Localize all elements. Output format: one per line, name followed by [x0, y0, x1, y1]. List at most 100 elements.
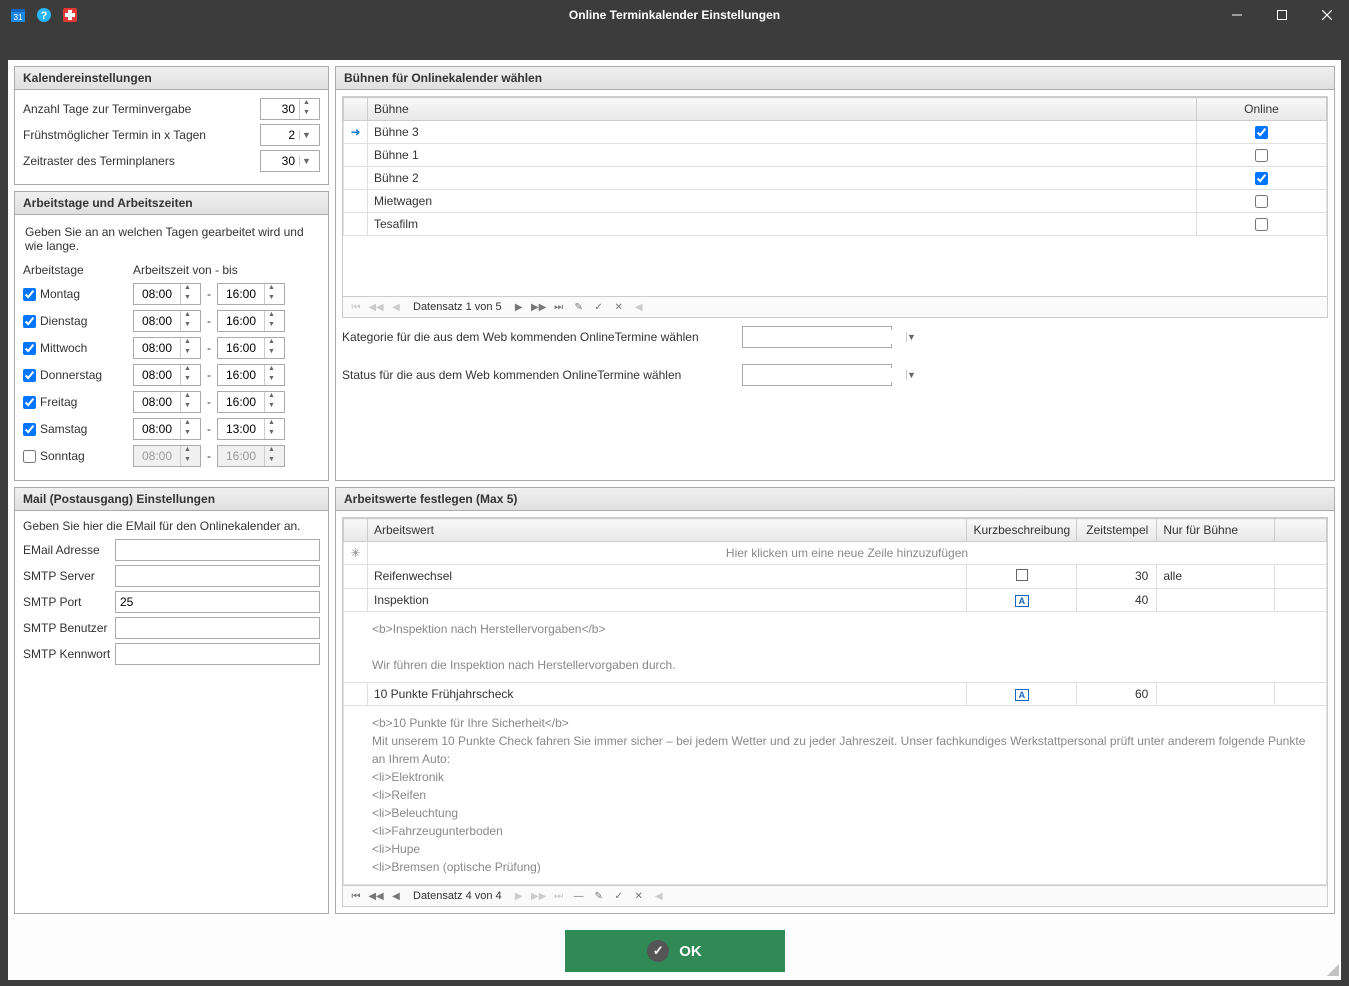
user-input[interactable]	[115, 617, 320, 639]
workday-to-input[interactable]: ▲▼	[217, 283, 285, 305]
spin-up-icon[interactable]: ▲	[264, 365, 278, 375]
new-row-hint[interactable]: Hier klicken um eine neue Zeile hinzuzuf…	[368, 542, 1327, 565]
email-input[interactable]	[115, 539, 320, 561]
nav-last-icon[interactable]: ⏭	[552, 300, 566, 314]
spin-down-icon[interactable]: ▼	[180, 375, 194, 385]
spin-down-icon[interactable]: ▼	[264, 402, 278, 412]
port-input[interactable]	[115, 591, 320, 613]
stages-row[interactable]: Bühne 1	[344, 144, 1327, 167]
spin-up-icon[interactable]: ▲	[264, 338, 278, 348]
nav-prev-icon[interactable]: ◀	[389, 300, 403, 314]
spin-up-icon[interactable]: ▲	[264, 419, 278, 429]
workday-checkbox[interactable]	[23, 423, 36, 436]
nav-last-icon[interactable]: ⏭	[552, 889, 566, 903]
spin-up-icon[interactable]: ▲	[180, 365, 194, 375]
raster-input[interactable]: ▼	[260, 150, 320, 172]
stage-online-checkbox[interactable]	[1255, 126, 1268, 139]
nav-cancel-icon[interactable]: ✕	[612, 300, 626, 314]
arbeitswerte-col-buehne[interactable]: Nur für Bühne	[1157, 519, 1275, 542]
stages-col-name[interactable]: Bühne	[368, 98, 1197, 121]
spin-down-icon[interactable]: ▼	[264, 348, 278, 358]
spin-up-icon[interactable]: ▲	[180, 338, 194, 348]
nav-prev-page-icon[interactable]: ◀◀	[369, 889, 383, 903]
arbeitswert-kurz[interactable]: A	[967, 589, 1077, 612]
nav-next-page-icon[interactable]: ▶▶	[532, 300, 546, 314]
nav-check-icon[interactable]: ✓	[612, 889, 626, 903]
workday-checkbox[interactable]	[23, 315, 36, 328]
spin-up-icon[interactable]: ▲	[180, 419, 194, 429]
stages-row[interactable]: ➜Bühne 3	[344, 121, 1327, 144]
medical-icon[interactable]	[62, 7, 78, 23]
spin-down-icon[interactable]: ▼	[180, 429, 194, 439]
nav-edit-icon[interactable]: ✎	[592, 889, 606, 903]
spin-up-icon[interactable]: ▲	[264, 311, 278, 321]
spin-down-icon[interactable]: ▼	[264, 429, 278, 439]
nav-first-icon[interactable]: ⏮	[349, 889, 363, 903]
nav-next-icon[interactable]: ▶	[512, 889, 526, 903]
nav-edit-icon[interactable]: ✎	[572, 300, 586, 314]
arbeitswerte-col-kurz[interactable]: Kurzbeschreibung	[967, 519, 1077, 542]
stages-row[interactable]: Mietwagen	[344, 190, 1327, 213]
spin-down-icon[interactable]: ▼	[180, 402, 194, 412]
workday-to-input[interactable]: ▲▼	[217, 310, 285, 332]
workday-checkbox[interactable]	[23, 369, 36, 382]
minimize-button[interactable]	[1214, 0, 1259, 30]
nav-prev-page-icon[interactable]: ◀◀	[369, 300, 383, 314]
spin-down-icon[interactable]: ▼	[180, 348, 194, 358]
workday-to-input[interactable]: ▲▼	[217, 418, 285, 440]
spin-up-icon[interactable]: ▲	[180, 284, 194, 294]
arbeitswert-kurz[interactable]: A	[967, 683, 1077, 706]
spin-up-icon[interactable]: ▲	[180, 392, 194, 402]
close-button[interactable]	[1304, 0, 1349, 30]
calendar-icon[interactable]: 31	[10, 7, 26, 23]
workday-from-input[interactable]: ▲▼	[133, 310, 201, 332]
stages-col-online[interactable]: Online	[1197, 98, 1327, 121]
arbeitswerte-col-zeit[interactable]: Zeitstempel	[1077, 519, 1157, 542]
nav-next-page-icon[interactable]: ▶▶	[532, 889, 546, 903]
nav-prev-icon[interactable]: ◀	[389, 889, 403, 903]
resize-grip[interactable]	[1325, 962, 1339, 976]
nav-delete-icon[interactable]: —	[572, 889, 586, 903]
days-input[interactable]: ▲▼	[260, 98, 320, 120]
spin-up-icon[interactable]: ▲	[180, 311, 194, 321]
workday-from-input[interactable]: ▲▼	[133, 364, 201, 386]
dropdown-icon[interactable]: ▼	[906, 332, 916, 342]
stage-online-checkbox[interactable]	[1255, 149, 1268, 162]
pass-input[interactable]	[115, 643, 320, 665]
workday-from-input[interactable]: ▲▼	[133, 418, 201, 440]
workday-checkbox[interactable]	[23, 288, 36, 301]
help-icon[interactable]: ?	[36, 7, 52, 23]
dropdown-icon[interactable]: ▼	[906, 370, 916, 380]
workday-to-input[interactable]: ▲▼	[217, 391, 285, 413]
spin-up-icon[interactable]: ▲	[264, 284, 278, 294]
workday-to-input[interactable]: ▲▼	[217, 364, 285, 386]
arbeitswert-kurz[interactable]	[967, 565, 1077, 589]
spin-up-icon[interactable]: ▲	[264, 392, 278, 402]
nav-cancel-icon[interactable]: ✕	[632, 889, 646, 903]
workday-from-input[interactable]: ▲▼	[133, 337, 201, 359]
server-input[interactable]	[115, 565, 320, 587]
earliest-input[interactable]: ▼	[260, 124, 320, 146]
nav-next-icon[interactable]: ▶	[512, 300, 526, 314]
category-select[interactable]: ▼	[742, 326, 892, 348]
spin-down-icon[interactable]: ▼	[264, 294, 278, 304]
stage-online-checkbox[interactable]	[1255, 218, 1268, 231]
status-select[interactable]: ▼	[742, 364, 892, 386]
spin-down-icon[interactable]: ▼	[264, 375, 278, 385]
spin-down-icon[interactable]: ▼	[299, 109, 313, 119]
workday-checkbox[interactable]	[23, 396, 36, 409]
workday-checkbox[interactable]	[23, 450, 36, 463]
stage-online-checkbox[interactable]	[1255, 195, 1268, 208]
spin-up-icon[interactable]: ▲	[299, 99, 313, 109]
workday-from-input[interactable]: ▲▼	[133, 391, 201, 413]
dropdown-icon[interactable]: ▼	[299, 130, 313, 140]
nav-first-icon[interactable]: ⏮	[349, 300, 363, 314]
stage-online-checkbox[interactable]	[1255, 172, 1268, 185]
workday-to-input[interactable]: ▲▼	[217, 337, 285, 359]
dropdown-icon[interactable]: ▼	[299, 156, 313, 166]
spin-down-icon[interactable]: ▼	[264, 321, 278, 331]
arbeitswert-row[interactable]: InspektionA40	[344, 589, 1327, 612]
workday-from-input[interactable]: ▲▼	[133, 283, 201, 305]
stages-row[interactable]: Tesafilm	[344, 213, 1327, 236]
maximize-button[interactable]	[1259, 0, 1304, 30]
